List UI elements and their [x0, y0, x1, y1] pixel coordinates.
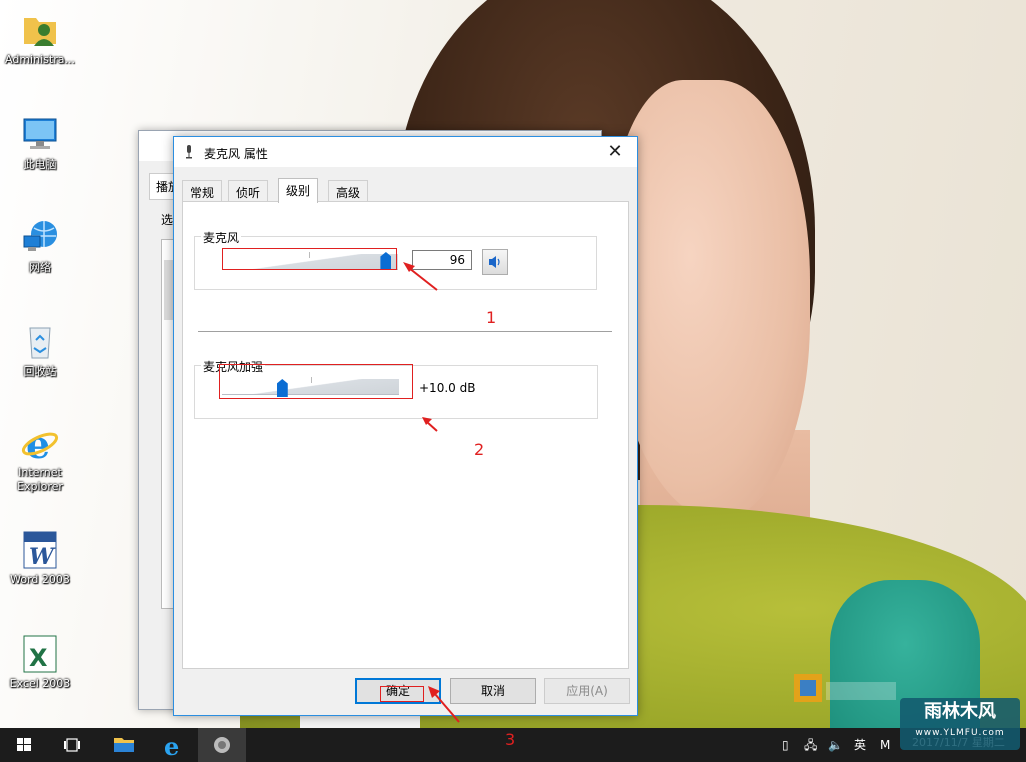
svg-text:e: e — [26, 424, 50, 464]
microphone-properties-dialog[interactable]: 麦克风 属性 ✕ 常规 侦听 级别 高级 麦克风 96 1 麦克风加强 +10.… — [173, 136, 638, 716]
annotation-arrow-2 — [422, 417, 438, 432]
tab-listen[interactable]: 侦听 — [228, 180, 269, 202]
volume-icon[interactable]: 🔈 — [828, 728, 844, 762]
network-icon[interactable]: 🖧 — [804, 728, 820, 762]
desktop-icon-recycle-bin[interactable]: 回收站 — [4, 322, 76, 379]
desktop-icon-label: Word 2003 — [10, 573, 70, 586]
desktop-icon-this-pc[interactable]: 此电脑 — [4, 115, 76, 172]
desktop-icon-label-line1: Internet — [18, 466, 62, 479]
tab-advanced[interactable]: 高级 — [328, 180, 369, 202]
watermark-url: www.YLMFU.com — [915, 728, 1005, 738]
task-view-icon — [64, 738, 80, 752]
watermark-title: 雨林木风 — [924, 701, 996, 722]
word-icon: W — [20, 530, 60, 570]
windows-logo-icon — [17, 738, 31, 751]
svg-text:W: W — [29, 544, 56, 570]
folder-icon — [114, 738, 134, 752]
recycle-bin-icon — [20, 322, 60, 362]
internet-explorer-icon: e — [164, 732, 179, 761]
desktop-icon-label-line2: Explorer — [17, 480, 63, 493]
dialog-title: 麦克风 属性 — [204, 147, 268, 161]
annotation-box-1 — [222, 248, 397, 270]
tab-levels[interactable]: 级别 — [278, 178, 319, 203]
levels-panel: 麦克风 96 1 麦克风加强 +10.0 dB 2 — [182, 201, 629, 669]
usb-icon[interactable]: ▯ — [782, 728, 796, 762]
desktop-icon-label: Administra... — [5, 53, 75, 66]
mute-toggle-button[interactable] — [482, 249, 508, 275]
taskbar: e 3 ▯ 🖧 🔈 英 M 2017/11/7 星期二 — [0, 728, 1026, 762]
computer-icon — [20, 115, 60, 155]
microphone-level-label: 麦克风 — [201, 229, 242, 246]
desktop-icon-label: 回收站 — [23, 365, 57, 378]
speaker-icon — [489, 256, 500, 268]
tab-general[interactable]: 常规 — [182, 180, 223, 202]
annotation-box-2 — [219, 364, 413, 399]
sound-window-text: 选 — [161, 213, 174, 227]
annotation-label-2: 2 — [474, 440, 485, 459]
network-icon — [20, 218, 60, 258]
desktop-icon-label: Excel 2003 — [9, 677, 71, 690]
taskbar-file-explorer[interactable] — [100, 728, 148, 762]
annotation-arrow-3 — [428, 686, 460, 723]
taskbar-internet-explorer[interactable]: e — [150, 728, 198, 762]
microphone-boost-value: +10.0 dB — [419, 381, 476, 395]
apply-button[interactable]: 应用(A) — [544, 678, 630, 704]
desktop-icon-internet-explorer[interactable]: e Internet Explorer — [4, 422, 76, 494]
desktop-icon-excel-2003[interactable]: X Excel 2003 — [4, 634, 76, 691]
user-folder-icon — [20, 10, 60, 50]
svg-text:e: e — [164, 732, 179, 761]
input-language-indicator[interactable]: 英 — [854, 728, 870, 762]
desktop-icon-word-2003[interactable]: W Word 2003 — [4, 530, 76, 587]
cancel-button-label: 取消 — [480, 684, 505, 698]
dialog-titlebar[interactable]: 麦克风 属性 ✕ — [174, 137, 637, 167]
annotation-label-1: 1 — [486, 308, 497, 327]
wallpaper-brand-logo — [794, 674, 896, 702]
excel-icon: X — [20, 634, 60, 674]
close-button[interactable]: ✕ — [593, 137, 637, 167]
annotation-label-3: 3 — [505, 730, 516, 749]
annotation-box-3 — [380, 686, 424, 702]
desktop-icon-administrator[interactable]: Administra... — [4, 10, 76, 67]
microphone-icon — [186, 145, 192, 159]
annotation-arrow-1 — [403, 262, 438, 291]
desktop-icon-network[interactable]: 网络 — [4, 218, 76, 275]
section-divider — [198, 331, 612, 332]
task-view-button[interactable] — [48, 728, 96, 762]
ime-indicator[interactable]: M — [880, 728, 894, 762]
apply-button-label: 应用(A) — [566, 684, 608, 698]
desktop-icon-label: 此电脑 — [23, 158, 57, 171]
internet-explorer-icon: e — [20, 422, 60, 467]
svg-text:X: X — [29, 644, 48, 672]
site-watermark: 雨林木风 www.YLMFU.com — [900, 698, 1020, 750]
desktop-icon-label: 网络 — [29, 261, 51, 274]
taskbar-sound-settings[interactable] — [198, 728, 246, 762]
start-button[interactable] — [0, 728, 48, 762]
speaker-settings-icon — [214, 737, 230, 753]
